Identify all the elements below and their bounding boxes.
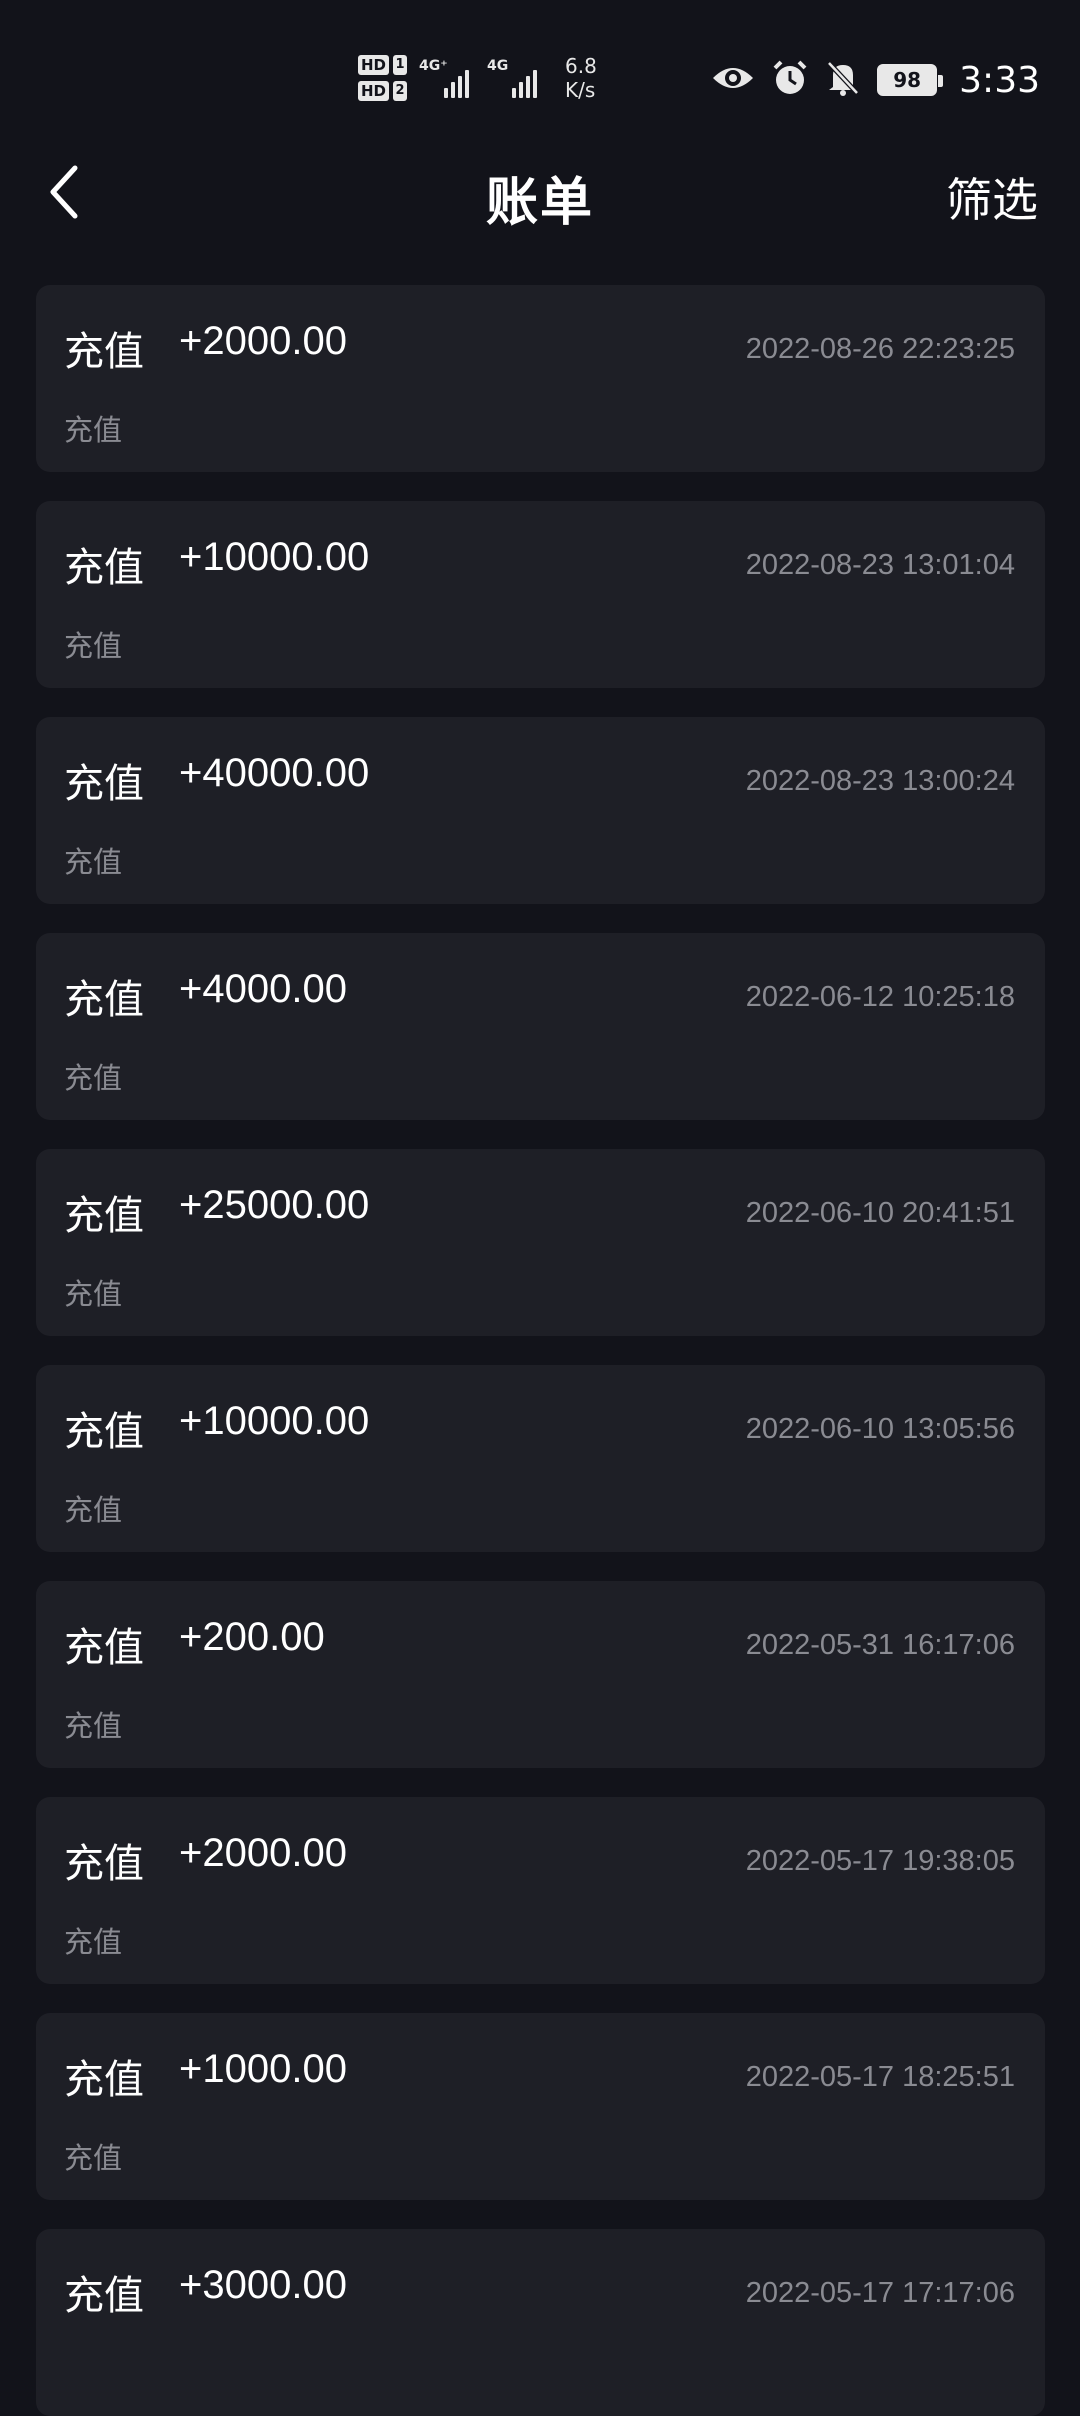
bill-description: 充值	[64, 1277, 123, 1311]
system-status: 98 3:33	[711, 50, 1040, 110]
bell-muted-icon	[825, 59, 861, 101]
bill-amount: +40000.00	[179, 751, 370, 795]
bill-amount: +4000.00	[179, 967, 347, 1011]
bill-item[interactable]: 充值 +3000.00 2022-05-17 17:17:06	[36, 2229, 1045, 2416]
eye-icon	[711, 62, 755, 98]
bill-item[interactable]: 充值 +2000.00 2022-05-17 19:38:05 充值	[36, 1797, 1045, 1984]
bill-item[interactable]: 充值 +25000.00 2022-06-10 20:41:51 充值	[36, 1149, 1045, 1336]
bill-amount: +2000.00	[179, 1831, 347, 1875]
bill-time: 2022-06-10 20:41:51	[745, 1197, 1015, 1229]
bill-item[interactable]: 充值 +200.00 2022-05-31 16:17:06 充值	[36, 1581, 1045, 1768]
bill-item[interactable]: 充值 +2000.00 2022-08-26 22:23:25 充值	[36, 285, 1045, 472]
speed-unit: K/s	[565, 78, 596, 102]
bill-list: 充值 +2000.00 2022-08-26 22:23:25 充值 充值 +10000.…	[36, 285, 1045, 2416]
bill-description: 充值	[64, 1925, 123, 1959]
network-status: HD 1 HD 2 4G⁺ 4G 6.8 K/s	[358, 48, 597, 108]
filter-button[interactable]: 筛选	[946, 164, 1038, 230]
bill-description: 充值	[64, 629, 123, 663]
network-type-label: 4G	[487, 58, 509, 74]
clock: 3:33	[959, 59, 1040, 101]
bill-type: 充值	[64, 1841, 144, 1887]
bill-type: 充值	[64, 1409, 144, 1455]
bill-time: 2022-08-23 13:01:04	[745, 549, 1015, 581]
navigation-bar: 账单 筛选	[0, 150, 1080, 280]
bill-type: 充值	[64, 545, 144, 591]
bill-amount: +2000.00	[179, 319, 347, 363]
bill-time: 2022-05-17 17:17:06	[745, 2277, 1015, 2309]
hd-badge: HD	[358, 81, 390, 101]
bill-amount: +3000.00	[179, 2263, 347, 2307]
bill-type: 充值	[64, 2057, 144, 2103]
sim-1-indicator: HD 1	[358, 55, 408, 75]
bill-item[interactable]: 充值 +10000.00 2022-08-23 13:01:04 充值	[36, 501, 1045, 688]
bill-item[interactable]: 充值 +10000.00 2022-06-10 13:05:56 充值	[36, 1365, 1045, 1552]
bill-item[interactable]: 充值 +1000.00 2022-05-17 18:25:51 充值	[36, 2013, 1045, 2200]
bill-time: 2022-06-12 10:25:18	[745, 981, 1015, 1013]
bill-item[interactable]: 充值 +40000.00 2022-08-23 13:00:24 充值	[36, 717, 1045, 904]
bill-amount: +10000.00	[179, 535, 370, 579]
signal-2-icon: 4G	[487, 58, 543, 98]
signal-1-icon: 4G⁺	[419, 58, 475, 98]
network-type-label: 4G⁺	[419, 58, 448, 74]
bill-item[interactable]: 充值 +4000.00 2022-06-12 10:25:18 充值	[36, 933, 1045, 1120]
speed-value: 6.8	[565, 54, 597, 78]
bill-description: 充值	[64, 2141, 123, 2175]
bill-time: 2022-08-26 22:23:25	[745, 333, 1015, 365]
bill-amount: +10000.00	[179, 1399, 370, 1443]
status-bar: HD 1 HD 2 4G⁺ 4G 6.8 K/s 98 3:33	[0, 0, 1080, 150]
bill-time: 2022-06-10 13:05:56	[745, 1413, 1015, 1445]
bill-type: 充值	[64, 329, 144, 375]
bill-description: 充值	[64, 1061, 123, 1095]
battery-level: 98	[893, 68, 922, 92]
bill-time: 2022-08-23 13:00:24	[745, 765, 1015, 797]
battery-icon: 98	[877, 64, 944, 96]
bill-amount: +200.00	[179, 1615, 325, 1659]
sim-number: 1	[393, 55, 408, 75]
bill-type: 充值	[64, 761, 144, 807]
sim-indicators: HD 1 HD 2	[358, 55, 408, 101]
bill-time: 2022-05-31 16:17:06	[745, 1629, 1015, 1661]
bill-description: 充值	[64, 845, 123, 879]
sim-2-indicator: HD 2	[358, 81, 408, 101]
sim-number: 2	[393, 81, 408, 101]
page-title: 账单	[485, 173, 594, 233]
bill-type: 充值	[64, 1625, 144, 1671]
bill-time: 2022-05-17 18:25:51	[745, 2061, 1015, 2093]
bill-type: 充值	[64, 2273, 144, 2319]
bill-type: 充值	[64, 1193, 144, 1239]
bill-amount: +25000.00	[179, 1183, 370, 1227]
bill-amount: +1000.00	[179, 2047, 347, 2091]
alarm-icon	[771, 59, 809, 101]
bill-time: 2022-05-17 19:38:05	[745, 1845, 1015, 1877]
bill-description: 充值	[64, 1709, 123, 1743]
bill-description: 充值	[64, 1493, 123, 1527]
hd-badge: HD	[358, 55, 390, 75]
bill-type: 充值	[64, 977, 144, 1023]
bill-description: 充值	[64, 413, 123, 447]
network-speed: 6.8 K/s	[565, 54, 597, 102]
